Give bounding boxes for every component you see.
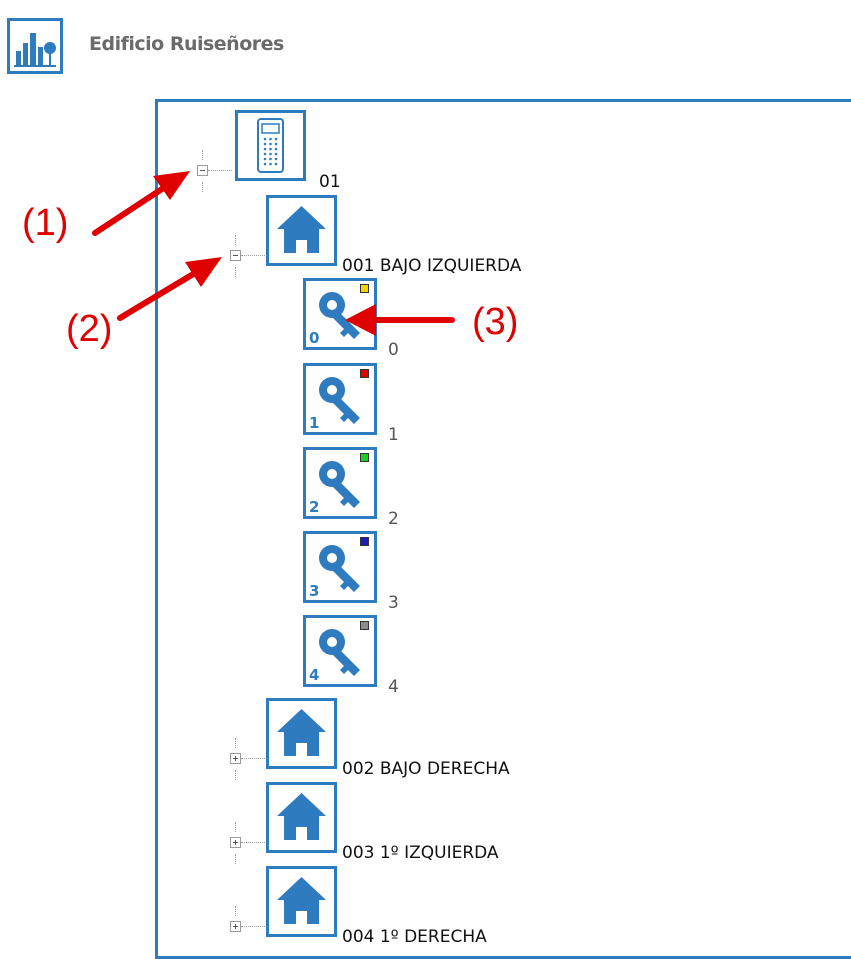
tree-node-label-key-0[interactable]: 0 (388, 340, 399, 360)
status-square (360, 453, 369, 462)
expand-toggle-unit-002[interactable] (230, 753, 241, 764)
status-square (360, 621, 369, 630)
tree-connector (241, 255, 265, 256)
expand-toggle-unit-003[interactable] (230, 837, 241, 848)
tree-node-label-key-4[interactable]: 4 (388, 677, 399, 697)
tree-connector (235, 854, 236, 864)
key-number: 4 (309, 666, 320, 684)
tree-connector (241, 758, 265, 759)
callout-label-3: (3) (472, 301, 519, 343)
status-square (360, 537, 369, 546)
key-icon-4[interactable]: 4 (303, 615, 377, 687)
key-icon-1[interactable]: 1 (303, 363, 377, 435)
tree-connector (202, 182, 203, 192)
key-icon-0[interactable]: 0 (303, 278, 377, 350)
tree-node-label-unit-001[interactable]: 001 BAJO IZQUIERDA (342, 256, 521, 276)
building-chart-icon (7, 18, 63, 74)
house-icon[interactable] (266, 698, 337, 769)
tree-connector (208, 170, 232, 171)
tree-node-label-unit-003[interactable]: 003 1º IZQUIERDA (342, 843, 499, 863)
tree-node-label-key-2[interactable]: 2 (388, 509, 399, 529)
tree-connector (241, 926, 265, 927)
house-icon[interactable] (266, 782, 337, 853)
key-icon-2[interactable]: 2 (303, 447, 377, 519)
tree-node-label-unit-004[interactable]: 004 1º DERECHA (342, 927, 487, 947)
tree-connector (235, 906, 236, 916)
tree-connector (241, 842, 265, 843)
key-number: 2 (309, 498, 320, 516)
tree-node-label-key-1[interactable]: 1 (388, 425, 399, 445)
key-number: 1 (309, 414, 320, 432)
expand-toggle-unit-004[interactable] (230, 921, 241, 932)
page-title: Edificio Ruiseñores (89, 33, 284, 55)
collapse-toggle-root[interactable] (197, 165, 208, 176)
tree-panel (155, 99, 851, 959)
key-number: 0 (309, 329, 320, 347)
tree-connector (202, 150, 203, 160)
status-square (360, 369, 369, 378)
tree-connector (235, 235, 236, 245)
tree-connector (235, 267, 236, 277)
key-icon-3[interactable]: 3 (303, 531, 377, 603)
house-icon[interactable] (266, 195, 337, 266)
tree-connector (235, 770, 236, 780)
callout-label-2: (2) (66, 308, 113, 350)
tree-connector (235, 822, 236, 832)
tree-node-label-root[interactable]: 01 (319, 172, 341, 192)
intercom-panel-icon[interactable] (235, 110, 306, 181)
tree-node-label-key-3[interactable]: 3 (388, 593, 399, 613)
house-icon[interactable] (266, 866, 337, 937)
status-square (360, 284, 369, 293)
tree-node-label-unit-002[interactable]: 002 BAJO DERECHA (342, 759, 510, 779)
collapse-toggle-unit-001[interactable] (230, 250, 241, 261)
tree-connector (235, 738, 236, 748)
callout-label-1: (1) (22, 202, 69, 244)
key-number: 3 (309, 582, 320, 600)
